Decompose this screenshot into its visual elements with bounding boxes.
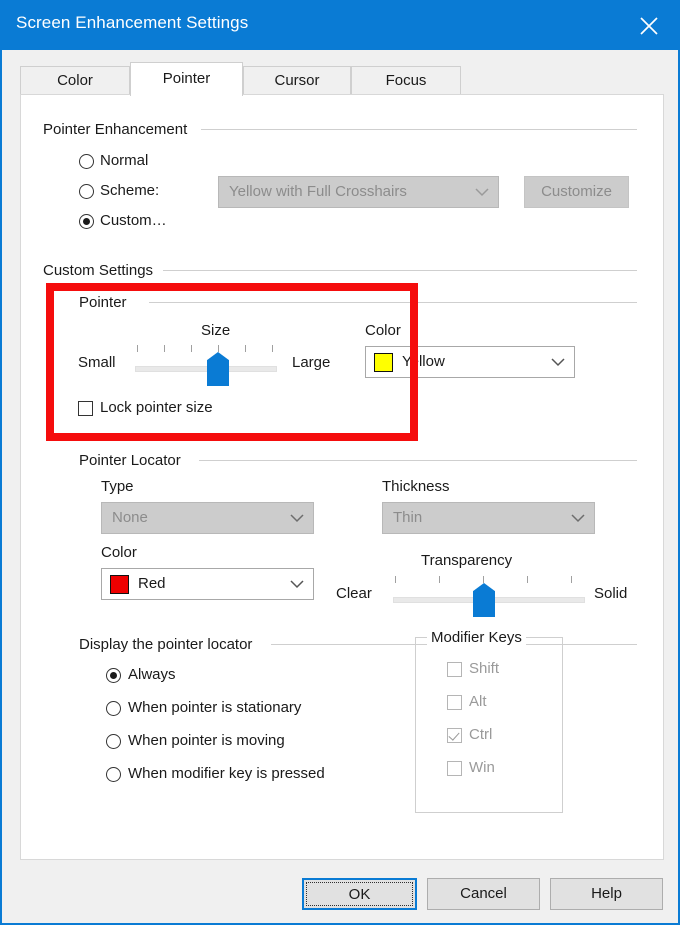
group-rule-pointer-enhancement <box>201 129 637 130</box>
radio-when-moving[interactable] <box>106 734 121 749</box>
close-icon <box>640 17 658 35</box>
tab-focus[interactable]: Focus <box>351 66 461 94</box>
radio-normal[interactable] <box>79 154 94 169</box>
group-label-modifier-keys: Modifier Keys <box>427 629 526 646</box>
transparency-slider-min-label: Clear <box>336 585 372 602</box>
radio-custom[interactable] <box>79 214 94 229</box>
radio-when-stationary[interactable] <box>106 701 121 716</box>
transparency-slider-thumb[interactable] <box>473 583 495 617</box>
radio-label-when-modifier-pressed: When modifier key is pressed <box>128 765 325 782</box>
checkbox-label-ctrl: Ctrl <box>469 726 493 743</box>
size-slider-tick <box>245 345 246 352</box>
radio-label-custom: Custom… <box>100 212 167 229</box>
radio-label-scheme: Scheme: <box>100 182 160 199</box>
locator-color-label: Color <box>101 544 137 561</box>
chevron-down-icon <box>551 358 565 367</box>
size-slider-min-label: Small <box>78 354 116 371</box>
window-title: Screen Enhancement Settings <box>16 13 249 32</box>
size-slider-max-label: Large <box>292 354 331 371</box>
locator-thickness-value: Thin <box>393 509 423 526</box>
checkbox-win[interactable] <box>447 761 462 776</box>
transparency-slider-tick <box>571 576 572 583</box>
size-slider-track[interactable] <box>135 366 277 372</box>
group-label-pointer-locator: Pointer Locator <box>79 452 181 469</box>
chevron-down-icon <box>290 580 304 589</box>
color-swatch-red <box>110 575 129 594</box>
transparency-slider-tick <box>483 576 484 583</box>
size-slider-thumb[interactable] <box>207 352 229 386</box>
size-slider-label: Size <box>201 322 231 339</box>
radio-label-normal: Normal <box>100 152 149 169</box>
transparency-slider-tick <box>395 576 396 583</box>
color-swatch-yellow <box>374 353 393 372</box>
tab-color[interactable]: Color <box>20 66 130 94</box>
checkbox-ctrl[interactable] <box>447 728 462 743</box>
focus-ring <box>306 882 413 906</box>
chevron-down-icon <box>290 514 304 523</box>
pointer-color-value: Yellow <box>402 353 445 370</box>
transparency-slider-tick <box>527 576 528 583</box>
checkbox-label-alt: Alt <box>469 693 487 710</box>
customize-button[interactable]: Customize <box>524 176 629 208</box>
group-label-pointer: Pointer <box>79 294 127 311</box>
pointer-color-combo[interactable]: Yellow <box>365 346 575 378</box>
ok-button[interactable]: OK <box>302 878 417 910</box>
group-label-display-locator: Display the pointer locator <box>79 636 253 653</box>
title-bar: Screen Enhancement Settings <box>2 0 678 50</box>
checkbox-label-shift: Shift <box>469 660 500 677</box>
cancel-button[interactable]: Cancel <box>427 878 540 910</box>
radio-scheme[interactable] <box>79 184 94 199</box>
help-button[interactable]: Help <box>550 878 663 910</box>
pointer-tab-panel: Pointer Enhancement Normal Scheme: Custo… <box>20 94 664 860</box>
radio-always[interactable] <box>106 668 121 683</box>
settings-dialog: Screen Enhancement Settings Color Pointe… <box>0 0 680 925</box>
checkbox-alt[interactable] <box>447 695 462 710</box>
chevron-down-icon <box>475 188 489 197</box>
size-slider-tick <box>272 345 273 352</box>
tab-cursor[interactable]: Cursor <box>243 66 351 94</box>
close-button[interactable] <box>620 0 678 50</box>
checkbox-label-win: Win <box>469 759 495 776</box>
radio-label-when-stationary: When pointer is stationary <box>128 699 302 716</box>
locator-type-combo[interactable]: None <box>101 502 314 534</box>
scheme-combo[interactable]: Yellow with Full Crosshairs <box>218 176 499 208</box>
size-slider-tick <box>164 345 165 352</box>
group-rule-pointer-locator <box>199 460 637 461</box>
scheme-combo-value: Yellow with Full Crosshairs <box>229 183 407 200</box>
locator-type-label: Type <box>101 478 134 495</box>
checkbox-shift[interactable] <box>447 662 462 677</box>
tab-pointer[interactable]: Pointer <box>130 62 243 96</box>
group-rule-pointer <box>149 302 637 303</box>
pointer-color-label: Color <box>365 322 401 339</box>
transparency-slider-label: Transparency <box>421 552 513 569</box>
locator-color-combo[interactable]: Red <box>101 568 314 600</box>
radio-when-modifier-pressed[interactable] <box>106 767 121 782</box>
lock-pointer-size-checkbox[interactable] <box>78 401 93 416</box>
locator-color-value: Red <box>138 575 166 592</box>
chevron-down-icon <box>571 514 585 523</box>
size-slider-tick <box>218 345 219 352</box>
radio-label-always: Always <box>128 666 176 683</box>
locator-thickness-combo[interactable]: Thin <box>382 502 595 534</box>
size-slider-tick <box>191 345 192 352</box>
transparency-slider-max-label: Solid <box>594 585 628 602</box>
size-slider-tick <box>137 345 138 352</box>
radio-label-when-moving: When pointer is moving <box>128 732 285 749</box>
group-label-pointer-enhancement: Pointer Enhancement <box>43 121 188 138</box>
locator-thickness-label: Thickness <box>382 478 450 495</box>
locator-type-value: None <box>112 509 148 526</box>
lock-pointer-size-label: Lock pointer size <box>100 399 213 416</box>
transparency-slider-tick <box>439 576 440 583</box>
group-rule-custom-settings <box>163 270 637 271</box>
group-label-custom-settings: Custom Settings <box>43 262 154 279</box>
